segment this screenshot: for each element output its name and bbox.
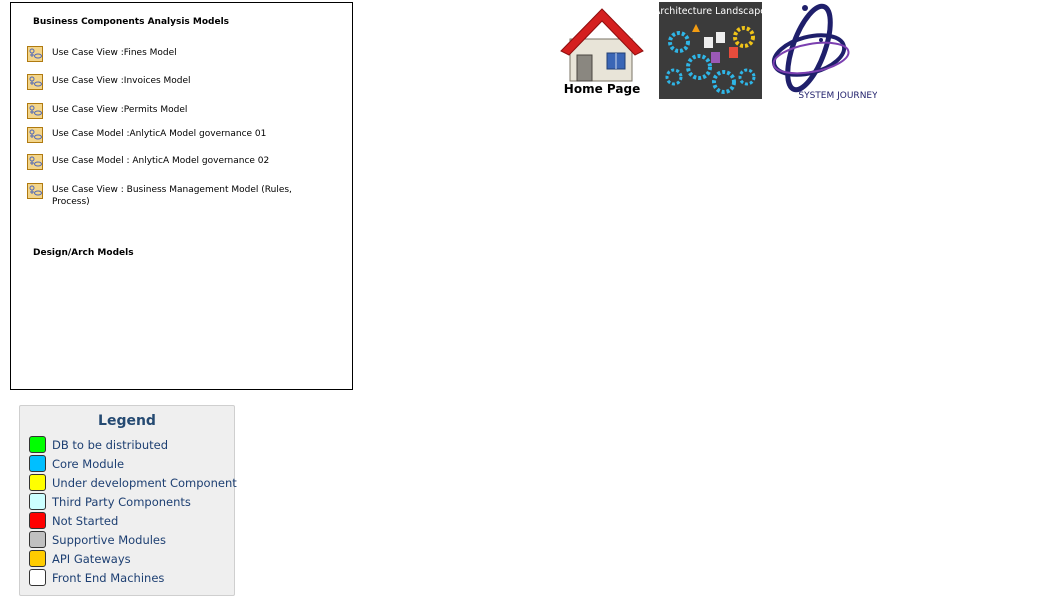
use-case-diagram-icon [27, 74, 43, 90]
use-case-diagram-icon [27, 127, 43, 143]
legend-label: Third Party Components [52, 494, 191, 509]
models-panel: Business Components Analysis Models Use … [10, 2, 353, 390]
legend: Legend DB to be distributed Core Module … [19, 405, 237, 596]
model-item-business-management[interactable]: Use Case View : Business Management Mode… [27, 183, 327, 208]
legend-swatch [29, 512, 46, 529]
system-journey-orbit-icon: SYSTEM JOURNEY [771, 3, 878, 101]
legend-label: Front End Machines [52, 570, 165, 585]
model-item-label: Use Case View :Invoices Model [52, 76, 191, 86]
legend-swatch [29, 550, 46, 567]
home-icon: Home Page [560, 8, 644, 96]
legend-item: Core Module [29, 455, 124, 472]
model-item-label: Use Case View :Fines Model [52, 48, 177, 58]
legend-item: Supportive Modules [29, 531, 166, 548]
legend-swatch [29, 474, 46, 491]
use-case-diagram-icon [27, 103, 43, 119]
legend-swatch [29, 531, 46, 548]
system-journey-link[interactable]: SYSTEM JOURNEY [767, 0, 878, 102]
legend-item: Not Started [29, 512, 118, 529]
legend-swatch [29, 455, 46, 472]
legend-item: Third Party Components [29, 493, 191, 510]
legend-label: Supportive Modules [52, 532, 167, 547]
legend-label: Core Module [52, 456, 125, 471]
use-case-diagram-icon [27, 154, 43, 170]
legend-title: Legend [98, 413, 156, 429]
architecture-landscape-label: Architecture Landscape [659, 6, 762, 17]
model-item-fines[interactable]: Use Case View :Fines Model [27, 46, 327, 62]
model-item-governance-02[interactable]: Use Case Model : AnlyticA Model governan… [27, 154, 327, 170]
architecture-landscape-link[interactable]: Architecture Landscape [654, 2, 766, 99]
model-item-label: Use Case View :Permits Model [52, 105, 188, 115]
use-case-diagram-icon [27, 46, 43, 62]
system-journey-label: SYSTEM JOURNEY [798, 91, 877, 101]
model-item-label: Use Case Model : AnlyticA Model governan… [52, 156, 270, 166]
legend-label: DB to be distributed [52, 437, 169, 452]
legend-swatch [29, 436, 46, 453]
model-item-governance-01[interactable]: Use Case Model :AnlyticA Model governanc… [27, 127, 327, 143]
model-item-permits[interactable]: Use Case View :Permits Model [27, 103, 327, 119]
legend-label: Under development Component [52, 475, 237, 490]
legend-item: DB to be distributed [29, 436, 168, 453]
legend-item: API Gateways [29, 550, 131, 567]
use-case-diagram-icon [27, 183, 43, 199]
business-models-title: Business Components Analysis Models [33, 17, 230, 27]
legend-label: Not Started [52, 513, 119, 528]
legend-item: Under development Component [29, 474, 237, 491]
architecture-gears-icon: Architecture Landscape [654, 2, 766, 99]
model-item-invoices[interactable]: Use Case View :Invoices Model [27, 74, 327, 90]
legend-swatch [29, 569, 46, 586]
model-item-label: Use Case Model :AnlyticA Model governanc… [52, 129, 267, 139]
model-item-label: Use Case View : Business Management Mode… [52, 185, 292, 207]
design-models-title: Design/Arch Models [33, 248, 134, 258]
legend-item: Front End Machines [29, 569, 164, 586]
home-page-label: Home Page [564, 82, 640, 96]
legend-label: API Gateways [52, 551, 131, 566]
legend-swatch [29, 493, 46, 510]
home-page-link[interactable]: Home Page [555, 5, 650, 97]
